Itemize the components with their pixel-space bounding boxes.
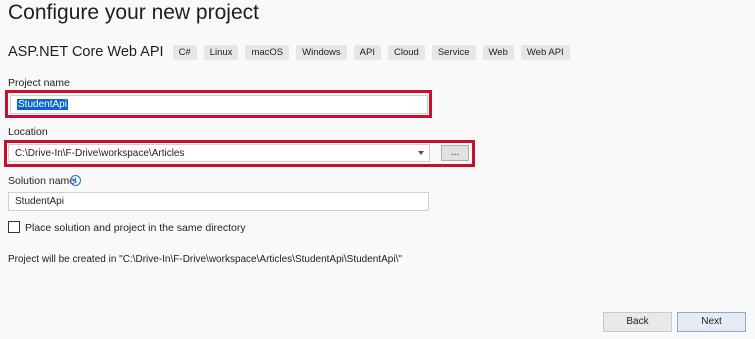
chevron-down-icon[interactable]	[418, 151, 424, 155]
solution-name-value: StudentApi	[15, 196, 64, 207]
creation-path-note: Project will be created in "C:\Drive-In\…	[8, 254, 402, 265]
project-name-value: StudentApi	[17, 99, 68, 110]
template-row: ASP.NET Core Web API C# Linux macOS Wind…	[8, 43, 577, 61]
location-value: C:\Drive-In\F-Drive\workspace\Articles	[15, 147, 185, 159]
location-combobox[interactable]: C:\Drive-In\F-Drive\workspace\Articles	[8, 144, 430, 162]
template-tags: C# Linux macOS Windows API Cloud Service…	[172, 44, 577, 60]
project-name-label: Project name	[8, 77, 70, 89]
tag: Web API	[520, 44, 570, 60]
tag: Service	[431, 44, 476, 60]
next-button[interactable]: Next	[677, 312, 746, 332]
page-title: Configure your new project	[8, 1, 259, 24]
same-directory-label[interactable]: Place solution and project in the same d…	[25, 222, 246, 234]
browse-button[interactable]: ...	[441, 145, 469, 161]
solution-name-label: Solution name	[8, 175, 76, 187]
info-icon[interactable]: i	[70, 175, 81, 186]
tag: Web	[482, 44, 514, 60]
template-name: ASP.NET Core Web API	[8, 44, 164, 60]
same-directory-checkbox[interactable]	[8, 221, 20, 233]
back-button[interactable]: Back	[603, 312, 672, 332]
tag: Cloud	[387, 44, 425, 60]
tag: Linux	[203, 44, 239, 60]
tag: macOS	[245, 44, 290, 60]
tag: C#	[172, 44, 197, 60]
location-label: Location	[8, 126, 48, 138]
project-name-field[interactable]: StudentApi	[10, 95, 428, 114]
tag: Windows	[296, 44, 347, 60]
tag: API	[353, 44, 381, 60]
solution-name-field[interactable]: StudentApi	[8, 192, 429, 211]
